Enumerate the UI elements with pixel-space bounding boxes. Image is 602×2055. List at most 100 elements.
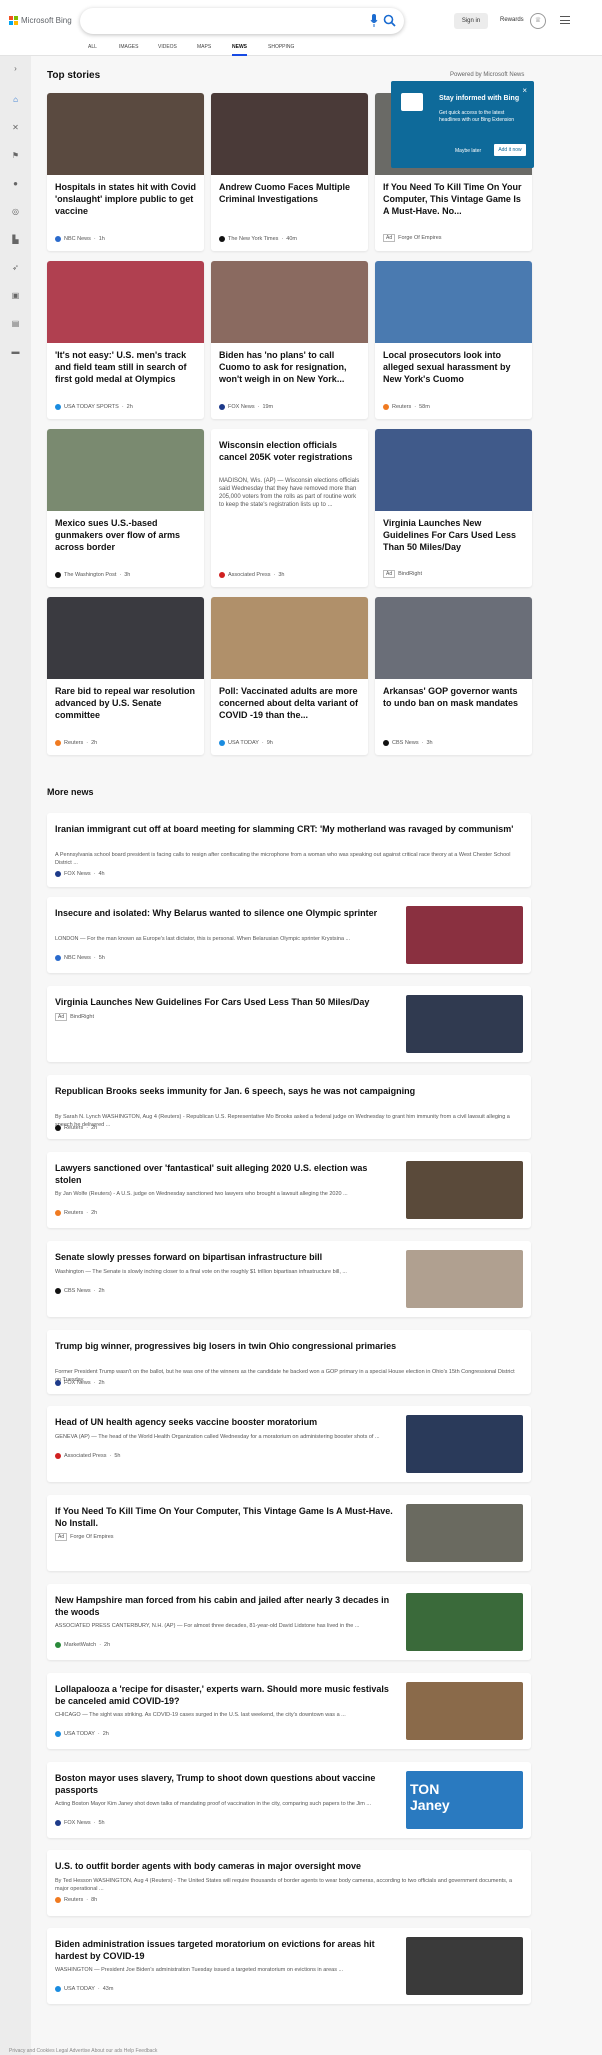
tab-shopping[interactable]: SHOPPING xyxy=(268,44,294,56)
tools-icon[interactable]: ✕ xyxy=(10,122,21,133)
story-card[interactable]: Local prosecutors look into alleged sexu… xyxy=(375,261,532,419)
story-title[interactable]: Rare bid to repeal war resolution advanc… xyxy=(55,685,197,721)
news-row[interactable]: Head of UN health agency seeks vaccine b… xyxy=(47,1406,531,1482)
news-title[interactable]: Insecure and isolated: Why Belarus wante… xyxy=(55,907,395,919)
story-card[interactable]: Rare bid to repeal war resolution advanc… xyxy=(47,597,204,755)
news-thumbnail[interactable]: TON Janey xyxy=(406,1771,523,1829)
story-image[interactable] xyxy=(47,261,204,343)
news-thumbnail[interactable] xyxy=(406,1161,523,1219)
story-title[interactable]: If You Need To Kill Time On Your Compute… xyxy=(383,181,525,217)
sign-in-button[interactable]: Sign in xyxy=(454,13,488,29)
story-title[interactable]: 'It's not easy:' U.S. men's track and fi… xyxy=(55,349,197,385)
news-row[interactable]: Lawyers sanctioned over 'fantastical' su… xyxy=(47,1152,531,1228)
news-title[interactable]: Iranian immigrant cut off at board meeti… xyxy=(55,823,515,835)
news-row[interactable]: Biden administration issues targeted mor… xyxy=(47,1928,531,2004)
story-card[interactable]: Poll: Vaccinated adults are more concern… xyxy=(211,597,368,755)
tab-all[interactable]: ALL xyxy=(88,44,97,56)
search-input[interactable] xyxy=(80,8,404,34)
rocket-icon[interactable]: ➶ xyxy=(10,262,21,273)
news-title[interactable]: If You Need To Kill Time On Your Compute… xyxy=(55,1505,395,1529)
entertainment-icon[interactable]: ▣ xyxy=(10,290,21,301)
story-title[interactable]: Arkansas' GOP governor wants to undo ban… xyxy=(383,685,525,709)
search-icon[interactable] xyxy=(383,14,396,27)
tab-maps[interactable]: MAPS xyxy=(197,44,211,56)
flag-icon[interactable]: ⚑ xyxy=(10,150,21,161)
news-row[interactable]: Boston mayor uses slavery, Trump to shoo… xyxy=(47,1762,531,1838)
tab-videos[interactable]: VIDEOS xyxy=(158,44,177,56)
news-title[interactable]: Biden administration issues targeted mor… xyxy=(55,1938,395,1962)
story-title[interactable]: Poll: Vaccinated adults are more concern… xyxy=(219,685,361,721)
news-title[interactable]: Senate slowly presses forward on biparti… xyxy=(55,1251,395,1263)
tab-news[interactable]: NEWS xyxy=(232,44,247,56)
bing-logo[interactable]: Microsoft Bing xyxy=(9,16,72,25)
news-thumbnail[interactable] xyxy=(406,906,523,964)
globe-icon[interactable]: ◎ xyxy=(10,206,21,217)
chart-icon[interactable]: ▙ xyxy=(10,234,21,245)
news-title[interactable]: Lawyers sanctioned over 'fantastical' su… xyxy=(55,1162,395,1186)
news-row[interactable]: Virginia Launches New Guidelines For Car… xyxy=(47,986,531,1062)
tab-images[interactable]: IMAGES xyxy=(119,44,138,56)
news-title[interactable]: Boston mayor uses slavery, Trump to shoo… xyxy=(55,1772,395,1796)
news-title[interactable]: Lollapalooza a 'recipe for disaster,' ex… xyxy=(55,1683,395,1707)
news-row[interactable]: Lollapalooza a 'recipe for disaster,' ex… xyxy=(47,1673,531,1749)
story-image[interactable] xyxy=(375,261,532,343)
story-card[interactable]: Arkansas' GOP governor wants to undo ban… xyxy=(375,597,532,755)
sports-icon[interactable]: ▤ xyxy=(10,318,21,329)
news-title[interactable]: U.S. to outfit border agents with body c… xyxy=(55,1860,515,1872)
story-image[interactable] xyxy=(375,597,532,679)
location-icon[interactable]: ● xyxy=(10,178,21,189)
trophy-icon[interactable]: ♕ xyxy=(530,13,546,29)
expand-icon[interactable]: › xyxy=(10,63,21,74)
money-icon[interactable]: ▬ xyxy=(10,346,21,357)
news-thumbnail[interactable] xyxy=(406,1250,523,1308)
story-title[interactable]: Local prosecutors look into alleged sexu… xyxy=(383,349,525,385)
story-title[interactable]: Mexico sues U.S.-based gunmakers over fl… xyxy=(55,517,197,553)
news-row[interactable]: Iranian immigrant cut off at board meeti… xyxy=(47,813,531,887)
microphone-icon[interactable] xyxy=(370,14,378,27)
story-card[interactable]: 'It's not easy:' U.S. men's track and fi… xyxy=(47,261,204,419)
news-row[interactable]: Republican Brooks seeks immunity for Jan… xyxy=(47,1075,531,1139)
footer-links[interactable]: Privacy and Cookies Legal Advertise Abou… xyxy=(9,2048,157,2054)
story-image[interactable] xyxy=(47,93,204,175)
news-row[interactable]: Insecure and isolated: Why Belarus wante… xyxy=(47,897,531,973)
close-icon[interactable]: × xyxy=(522,86,527,95)
news-thumbnail[interactable] xyxy=(406,1593,523,1651)
news-row[interactable]: Senate slowly presses forward on biparti… xyxy=(47,1241,531,1317)
story-title[interactable]: Hospitals in states hit with Covid 'onsl… xyxy=(55,181,197,217)
story-image[interactable] xyxy=(211,597,368,679)
story-card[interactable]: Wisconsin election officials cancel 205K… xyxy=(211,429,368,587)
add-it-now-button[interactable]: Add it now xyxy=(494,144,526,156)
news-row[interactable]: New Hampshire man forced from his cabin … xyxy=(47,1584,531,1660)
story-image[interactable] xyxy=(375,429,532,511)
story-title[interactable]: Virginia Launches New Guidelines For Car… xyxy=(383,517,525,553)
hamburger-menu-icon[interactable] xyxy=(560,16,570,24)
news-title[interactable]: Head of UN health agency seeks vaccine b… xyxy=(55,1416,395,1428)
news-row[interactable]: If You Need To Kill Time On Your Compute… xyxy=(47,1495,531,1571)
story-card[interactable]: Mexico sues U.S.-based gunmakers over fl… xyxy=(47,429,204,587)
story-image[interactable] xyxy=(211,93,368,175)
rewards-link[interactable]: Rewards xyxy=(500,17,524,23)
news-thumbnail[interactable] xyxy=(406,1415,523,1473)
news-title[interactable]: Trump big winner, progressives big loser… xyxy=(55,1340,515,1352)
story-card[interactable]: Virginia Launches New Guidelines For Car… xyxy=(375,429,532,587)
story-card[interactable]: Biden has 'no plans' to call Cuomo to as… xyxy=(211,261,368,419)
news-row[interactable]: Trump big winner, progressives big loser… xyxy=(47,1330,531,1394)
news-thumbnail[interactable] xyxy=(406,1937,523,1995)
story-image[interactable] xyxy=(47,429,204,511)
story-title[interactable]: Wisconsin election officials cancel 205K… xyxy=(219,439,361,463)
story-card[interactable]: Hospitals in states hit with Covid 'onsl… xyxy=(47,93,204,251)
story-card[interactable]: Andrew Cuomo Faces Multiple Criminal Inv… xyxy=(211,93,368,251)
news-thumbnail[interactable] xyxy=(406,1504,523,1562)
story-image[interactable] xyxy=(211,261,368,343)
news-title[interactable]: New Hampshire man forced from his cabin … xyxy=(55,1594,395,1618)
home-icon[interactable]: ⌂ xyxy=(10,94,21,105)
story-image[interactable] xyxy=(47,597,204,679)
news-title[interactable]: Republican Brooks seeks immunity for Jan… xyxy=(55,1085,515,1097)
story-title[interactable]: Andrew Cuomo Faces Multiple Criminal Inv… xyxy=(219,181,361,205)
news-title[interactable]: Virginia Launches New Guidelines For Car… xyxy=(55,996,395,1008)
news-thumbnail[interactable] xyxy=(406,995,523,1053)
news-thumbnail[interactable] xyxy=(406,1682,523,1740)
news-row[interactable]: U.S. to outfit border agents with body c… xyxy=(47,1850,531,1916)
story-title[interactable]: Biden has 'no plans' to call Cuomo to as… xyxy=(219,349,361,385)
maybe-later-button[interactable]: Maybe later xyxy=(455,148,481,154)
